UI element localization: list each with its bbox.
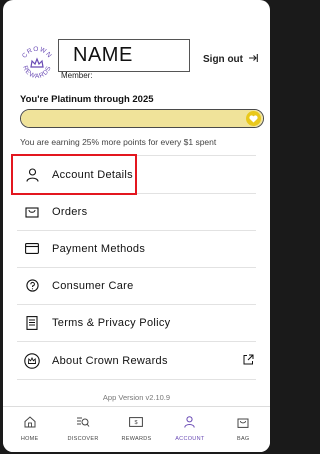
card-icon: [20, 243, 44, 254]
account-icon: [184, 415, 196, 433]
sign-out-button[interactable]: Sign out: [203, 53, 258, 66]
sign-out-icon: [248, 53, 258, 66]
menu-item-terms-privacy[interactable]: Terms & Privacy Policy: [17, 304, 256, 341]
heart-icon: [246, 111, 261, 126]
rewards-icon: $: [129, 415, 144, 433]
menu-item-label: Account Details: [52, 168, 133, 181]
external-link-icon: [243, 354, 254, 368]
menu-item-label: Consumer Care: [52, 279, 134, 292]
menu-item-label: Terms & Privacy Policy: [52, 316, 171, 329]
app-version: App Version v2.10.9: [102, 393, 171, 402]
tab-label: HOME: [20, 436, 39, 442]
earn-rate-text: You are earning 25% more points for ever…: [20, 137, 217, 147]
menu-item-about-crown-rewards[interactable]: About Crown Rewards: [17, 342, 256, 379]
crown-rewards-logo: CROWN REWARDS: [17, 44, 57, 84]
menu-item-payment-methods[interactable]: Payment Methods: [17, 230, 256, 267]
bag-icon: [20, 205, 44, 218]
tab-rewards[interactable]: $ REWARDS: [111, 415, 161, 452]
menu-item-account-details[interactable]: Account Details: [17, 156, 256, 193]
menu-item-label: Payment Methods: [52, 242, 146, 255]
menu-item-orders[interactable]: Orders: [17, 193, 256, 230]
tier-status: You're Platinum through 2025: [20, 94, 154, 105]
tab-home[interactable]: HOME: [5, 415, 55, 452]
home-icon: [24, 415, 36, 433]
bag-icon: [237, 415, 249, 433]
tab-label: DISCOVER: [67, 436, 99, 442]
progress-fill: [21, 110, 263, 127]
menu-item-label: About Crown Rewards: [52, 354, 168, 367]
menu-item-consumer-care[interactable]: Consumer Care: [17, 267, 256, 304]
tab-label: BAG: [236, 436, 250, 442]
tab-label: ACCOUNT: [175, 436, 205, 442]
sign-out-label: Sign out: [203, 54, 243, 65]
person-icon: [20, 167, 44, 182]
divider: [17, 379, 256, 380]
name-field: NAME: [58, 39, 190, 72]
tab-account[interactable]: ACCOUNT: [165, 415, 215, 452]
document-icon: [20, 315, 44, 330]
svg-text:$: $: [135, 420, 138, 426]
crown-icon: [20, 352, 44, 369]
tier-progress-bar: [20, 109, 264, 128]
menu-item-label: Orders: [52, 205, 88, 218]
tab-label: REWARDS: [121, 436, 152, 442]
member-label: Member:: [61, 71, 93, 80]
bottom-tab-bar: HOME DISCOVER $ REWARDS ACCOUNT BAG: [3, 406, 270, 452]
tab-bag[interactable]: BAG: [218, 415, 268, 452]
discover-icon: [76, 415, 90, 433]
tab-discover[interactable]: DISCOVER: [58, 415, 108, 452]
help-icon: [20, 279, 44, 292]
app-screen: CROWN REWARDS NAME Member: Sign out You'…: [3, 0, 270, 452]
